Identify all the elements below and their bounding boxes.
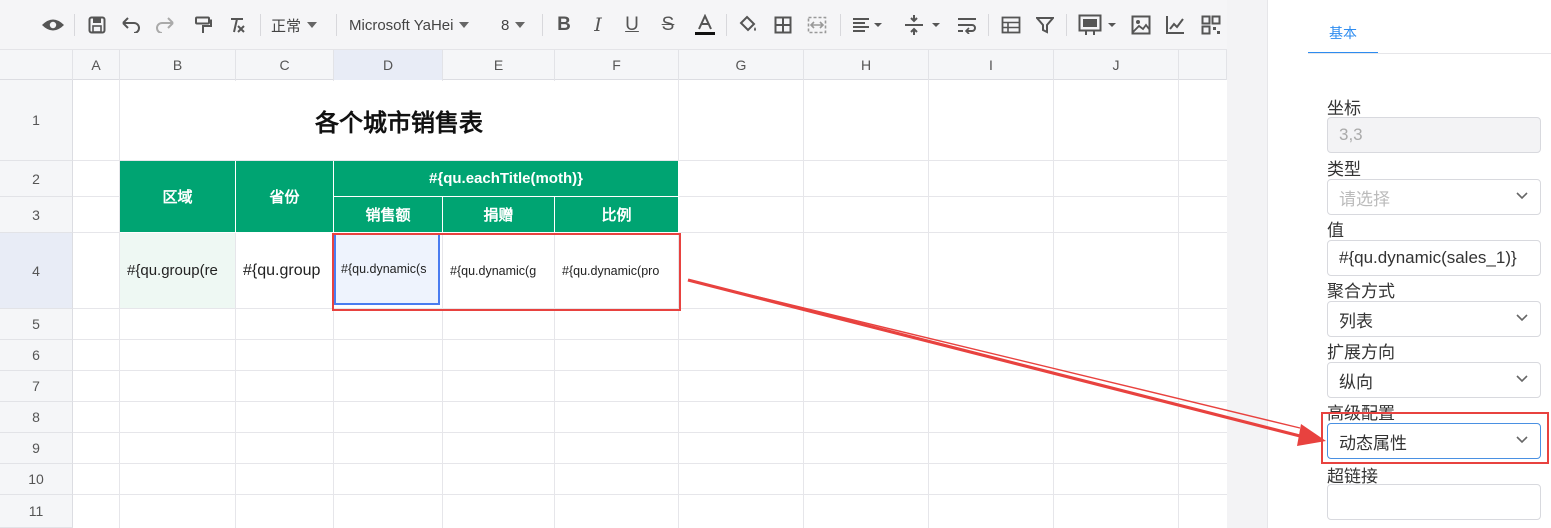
coord-label: 坐标 <box>1327 99 1361 118</box>
value-field[interactable]: #{qu.dynamic(sales_1)} <box>1327 240 1541 276</box>
save-icon[interactable] <box>84 10 110 40</box>
column-header-f[interactable]: F <box>555 50 679 80</box>
row-header-11[interactable]: 11 <box>0 495 73 528</box>
align-vertical-icon[interactable] <box>902 10 942 40</box>
chevron-down-icon <box>1516 436 1528 444</box>
property-panel: 基本 坐标 3,3 类型 请选择 值 #{qu.dynamic(sales_1)… <box>1267 0 1551 528</box>
row-header-1[interactable]: 1 <box>0 80 73 161</box>
advanced-config-value: 动态属性 <box>1339 433 1407 453</box>
font-size-value: 8 <box>501 16 510 34</box>
chevron-down-icon <box>1516 375 1528 383</box>
font-family-value: Microsoft YaHei <box>349 16 454 34</box>
column-header-j[interactable]: J <box>1054 50 1179 80</box>
cell-f4[interactable]: #{qu.dynamic(pro <box>555 233 678 308</box>
row-header-7[interactable]: 7 <box>0 371 73 402</box>
header-ratio-cell[interactable]: 比例 <box>555 197 679 233</box>
fill-color-icon[interactable] <box>736 10 762 40</box>
cell-e4[interactable]: #{qu.dynamic(g <box>443 233 554 308</box>
panel-divider <box>1227 0 1267 528</box>
expand-direction-value: 纵向 <box>1339 372 1373 392</box>
row-header-10[interactable]: 10 <box>0 464 73 495</box>
aggregation-select[interactable]: 列表 <box>1327 301 1541 337</box>
underline-icon[interactable]: U <box>620 10 644 40</box>
advanced-config-select[interactable]: 动态属性 <box>1327 423 1541 459</box>
header-donation-cell[interactable]: 捐赠 <box>443 197 555 233</box>
border-icon[interactable] <box>770 10 796 40</box>
column-header-d[interactable]: D <box>334 50 443 80</box>
table-icon[interactable] <box>998 10 1024 40</box>
chevron-down-icon <box>459 22 470 28</box>
expand-direction-select[interactable]: 纵向 <box>1327 362 1541 398</box>
wrap-text-icon[interactable] <box>954 10 980 40</box>
redo-icon[interactable] <box>152 10 178 40</box>
bold-icon[interactable]: B <box>552 10 576 40</box>
select-all-corner[interactable] <box>0 50 73 80</box>
column-header-a[interactable]: A <box>73 50 120 80</box>
font-style-value: 正常 <box>271 17 302 35</box>
font-style-select[interactable]: 正常 <box>271 10 318 40</box>
title-cell[interactable]: 各个城市销售表 <box>120 81 678 160</box>
cell-d4-selected[interactable]: #{qu.dynamic(s <box>334 233 440 305</box>
filter-icon[interactable] <box>1032 10 1058 40</box>
column-header-h[interactable]: H <box>804 50 929 80</box>
row-header-8[interactable]: 8 <box>0 402 73 433</box>
row-header-3[interactable]: 3 <box>0 197 73 233</box>
column-header-e[interactable]: E <box>443 50 555 80</box>
strikethrough-icon[interactable]: S <box>656 10 680 40</box>
preview-icon[interactable] <box>38 10 68 40</box>
spreadsheet-grid: A B C D E F G H I J 1 2 3 4 5 6 7 8 9 10… <box>0 50 1227 528</box>
value-label: 值 <box>1327 221 1344 240</box>
tab-basic[interactable]: 基本 <box>1308 20 1378 54</box>
cell-c4[interactable]: #{qu.group <box>236 233 333 308</box>
line-chart-icon[interactable] <box>1162 10 1188 40</box>
row-header-9[interactable]: 9 <box>0 433 73 464</box>
row-header-4[interactable]: 4 <box>0 233 73 309</box>
hyperlink-field[interactable] <box>1327 484 1541 520</box>
clear-format-icon[interactable] <box>224 10 250 40</box>
chevron-down-icon <box>515 22 526 28</box>
type-select[interactable]: 请选择 <box>1327 179 1541 215</box>
column-header-g[interactable]: G <box>679 50 804 80</box>
header-province-cell[interactable]: 省份 <box>236 161 334 233</box>
chevron-down-icon <box>1516 192 1528 200</box>
aggregation-label: 聚合方式 <box>1327 282 1395 301</box>
cell-b4[interactable]: #{qu.group(re <box>120 233 235 308</box>
chevron-down-icon <box>307 22 318 28</box>
aggregation-value: 列表 <box>1339 311 1373 331</box>
advanced-config-label: 高级配置 <box>1327 404 1395 423</box>
row-header-6[interactable]: 6 <box>0 340 73 371</box>
font-family-select[interactable]: Microsoft YaHei <box>349 10 470 40</box>
image-icon[interactable] <box>1128 10 1154 40</box>
column-header-b[interactable]: B <box>120 50 236 80</box>
chart-type-icon[interactable] <box>1076 10 1120 40</box>
align-horizontal-icon[interactable] <box>850 10 884 40</box>
qrcode-icon[interactable] <box>1198 10 1224 40</box>
column-header-k[interactable] <box>1179 50 1227 80</box>
row-header-2[interactable]: 2 <box>0 161 73 197</box>
column-header-bar: A B C D E F G H I J <box>0 50 1227 80</box>
chevron-down-icon <box>1516 314 1528 322</box>
type-placeholder: 请选择 <box>1339 189 1390 209</box>
type-label: 类型 <box>1327 160 1361 179</box>
coord-field: 3,3 <box>1327 117 1541 153</box>
header-region-cell[interactable]: 区域 <box>120 161 236 233</box>
italic-icon[interactable]: I <box>586 10 610 40</box>
font-size-select[interactable]: 8 <box>501 10 526 40</box>
format-painter-icon[interactable] <box>190 10 216 40</box>
merge-icon[interactable] <box>804 10 830 40</box>
expand-direction-label: 扩展方向 <box>1327 343 1395 362</box>
row-header-5[interactable]: 5 <box>0 309 73 340</box>
column-header-c[interactable]: C <box>236 50 334 80</box>
undo-icon[interactable] <box>118 10 144 40</box>
header-each-title-cell[interactable]: #{qu.eachTitle(moth)} <box>334 161 679 197</box>
column-header-i[interactable]: I <box>929 50 1054 80</box>
header-sales-cell[interactable]: 销售额 <box>334 197 443 233</box>
font-color-icon[interactable] <box>692 10 718 40</box>
toolbar: 正常 Microsoft YaHei 8 B I U S <box>0 0 1227 50</box>
